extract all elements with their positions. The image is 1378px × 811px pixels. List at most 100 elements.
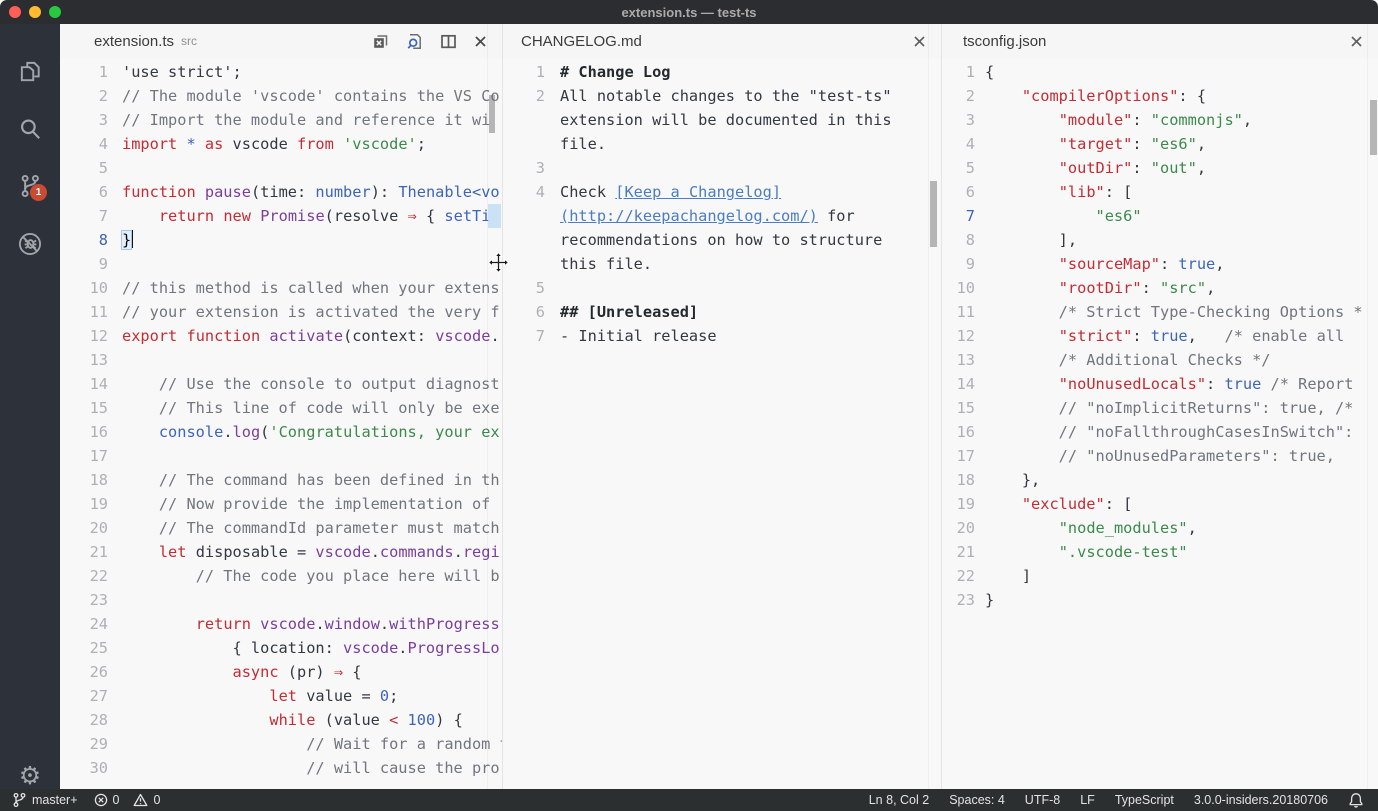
code-line[interactable]: this file. [503, 252, 941, 276]
code-line[interactable]: recommendations on how to structure [503, 228, 941, 252]
scrollbar-thumb[interactable] [489, 95, 495, 133]
code-line[interactable]: 8} [60, 228, 502, 252]
code-line[interactable]: 14 "noUnusedLocals": true /* Report [942, 372, 1378, 396]
gear-icon[interactable]: ⚙ [16, 762, 44, 790]
code-line[interactable]: 2 "compilerOptions": { [942, 84, 1378, 108]
code-line[interactable]: 11 /* Strict Type-Checking Options * [942, 300, 1378, 324]
code-line[interactable]: 3 [503, 156, 941, 180]
code-line[interactable]: 7 "es6" [942, 204, 1378, 228]
close-icon[interactable] [1349, 34, 1364, 49]
code-line[interactable]: 4Check [Keep a Changelog] [503, 180, 941, 204]
code-editor-changelog-md[interactable]: 1# Change Log2All notable changes to the… [503, 58, 941, 348]
code-line[interactable]: 5 [60, 156, 502, 180]
code-line[interactable]: 23} [942, 588, 1378, 612]
code-line[interactable]: 3// Import the module and reference it w… [60, 108, 502, 132]
close-icon[interactable] [473, 34, 488, 49]
code-line[interactable]: 3 "module": "commonjs", [942, 108, 1378, 132]
code-line[interactable]: 24 return vscode.window.withProgress [60, 612, 502, 636]
tab-tsconfig-json[interactable]: tsconfig.json [942, 24, 1378, 58]
language-mode-status[interactable]: TypeScript [1115, 793, 1174, 807]
code-line[interactable]: 1'use strict'; [60, 60, 502, 84]
code-line[interactable]: 9 "sourceMap": true, [942, 252, 1378, 276]
cursor-position-status[interactable]: Ln 8, Col 2 [869, 793, 929, 807]
code-line[interactable]: 5 [503, 276, 941, 300]
code-line[interactable]: extension will be documented in this [503, 108, 941, 132]
code-editor-extension-ts[interactable]: 1'use strict';2// The module 'vscode' co… [60, 58, 502, 780]
code-line[interactable]: 5 "outDir": "out", [942, 156, 1378, 180]
code-line[interactable]: 12 "strict": true, /* enable all [942, 324, 1378, 348]
code-line[interactable]: 10 "rootDir": "src", [942, 276, 1378, 300]
indentation-status[interactable]: Spaces: 4 [949, 793, 1005, 807]
split-editor-icon[interactable] [439, 32, 458, 51]
tab-changelog-md[interactable]: CHANGELOG.md [503, 24, 941, 58]
code-line[interactable]: 20 "node_modules", [942, 516, 1378, 540]
code-line[interactable]: 14 // Use the console to output diagnost [60, 372, 502, 396]
code-line[interactable]: 2// The module 'vscode' contains the VS … [60, 84, 502, 108]
debug-disabled-icon[interactable] [17, 231, 43, 257]
code-line[interactable]: (http://keepachangelog.com/) for [503, 204, 941, 228]
tab-extension-ts[interactable]: extension.ts src [60, 24, 502, 58]
line-number: 3 [503, 156, 545, 180]
close-icon[interactable] [912, 34, 927, 49]
code-line[interactable]: 22 ] [942, 564, 1378, 588]
code-line[interactable]: 21 ".vscode-test" [942, 540, 1378, 564]
code-line[interactable]: 22 // The code you place here will b [60, 564, 502, 588]
code-line[interactable]: 16 console.log('Congratulations, your ex [60, 420, 502, 444]
code-line[interactable]: 1{ [942, 60, 1378, 84]
code-line[interactable]: 2All notable changes to the "test-ts" [503, 84, 941, 108]
code-line[interactable]: 9 [60, 252, 502, 276]
code-line[interactable]: 6function pause(time: number): Thenable<… [60, 180, 502, 204]
scrollbar-track[interactable] [928, 24, 941, 789]
scrollbar-thumb[interactable] [1370, 100, 1377, 155]
eol-status[interactable]: LF [1080, 793, 1095, 807]
code-line[interactable]: 13 [60, 348, 502, 372]
line-number: 19 [942, 492, 975, 516]
code-line[interactable]: 8 ], [942, 228, 1378, 252]
code-line[interactable]: 6## [Unreleased] [503, 300, 941, 324]
code-line[interactable]: 1# Change Log [503, 60, 941, 84]
code-line[interactable]: 17 // "noUnusedParameters": true, [942, 444, 1378, 468]
git-branch-status[interactable]: master+ [12, 792, 78, 808]
encoding-status[interactable]: UTF-8 [1025, 793, 1060, 807]
code-line[interactable]: 10// this method is called when your ext… [60, 276, 502, 300]
code-line[interactable]: 6 "lib": [ [942, 180, 1378, 204]
line-number: 11 [942, 300, 975, 324]
file-search-icon[interactable] [405, 32, 424, 51]
code-editor-tsconfig-json[interactable]: 1{2 "compilerOptions": {3 "module": "com… [942, 58, 1378, 612]
code-line[interactable]: 4import * as vscode from 'vscode'; [60, 132, 502, 156]
code-line[interactable]: 18 }, [942, 468, 1378, 492]
code-line[interactable]: file. [503, 132, 941, 156]
code-line[interactable]: 17 [60, 444, 502, 468]
documents-x-icon[interactable] [371, 32, 390, 51]
code-line[interactable]: 19 // Now provide the implementation of [60, 492, 502, 516]
code-line[interactable]: 25 { location: vscode.ProgressLo [60, 636, 502, 660]
scrollbar-track[interactable] [487, 24, 502, 789]
code-line[interactable]: 21 let disposable = vscode.commands.regi [60, 540, 502, 564]
code-line[interactable]: 4 "target": "es6", [942, 132, 1378, 156]
code-line[interactable]: 7 return new Promise(resolve ⇒ { setTi [60, 204, 502, 228]
explorer-files-icon[interactable] [17, 58, 43, 84]
code-line[interactable]: 23 [60, 588, 502, 612]
code-line[interactable]: 29 // Wait for a random ti [60, 732, 502, 756]
bell-icon[interactable] [1348, 792, 1364, 808]
line-number [503, 228, 545, 252]
code-line[interactable]: 28 while (value < 100) { [60, 708, 502, 732]
problems-status[interactable]: 0 0 [94, 793, 161, 807]
code-line[interactable]: 30 // will cause the pro [60, 756, 502, 780]
code-line[interactable]: 11// your extension is activated the ver… [60, 300, 502, 324]
code-line[interactable]: 16 // "noFallthroughCasesInSwitch": [942, 420, 1378, 444]
code-line[interactable]: 7- Initial release [503, 324, 941, 348]
code-line[interactable]: 15 // "noImplicitReturns": true, /* [942, 396, 1378, 420]
search-icon[interactable] [17, 116, 43, 142]
code-line[interactable]: 13 /* Additional Checks */ [942, 348, 1378, 372]
code-line[interactable]: 15 // This line of code will only be exe [60, 396, 502, 420]
line-number: 5 [942, 156, 975, 180]
line-number: 11 [60, 300, 108, 324]
code-line[interactable]: 20 // The commandId parameter must match [60, 516, 502, 540]
code-line[interactable]: 18 // The command has been defined in th [60, 468, 502, 492]
code-line[interactable]: 12export function activate(context: vsco… [60, 324, 502, 348]
scrollbar-thumb[interactable] [930, 181, 937, 247]
code-line[interactable]: 27 let value = 0; [60, 684, 502, 708]
code-line[interactable]: 26 async (pr) ⇒ { [60, 660, 502, 684]
code-line[interactable]: 19 "exclude": [ [942, 492, 1378, 516]
